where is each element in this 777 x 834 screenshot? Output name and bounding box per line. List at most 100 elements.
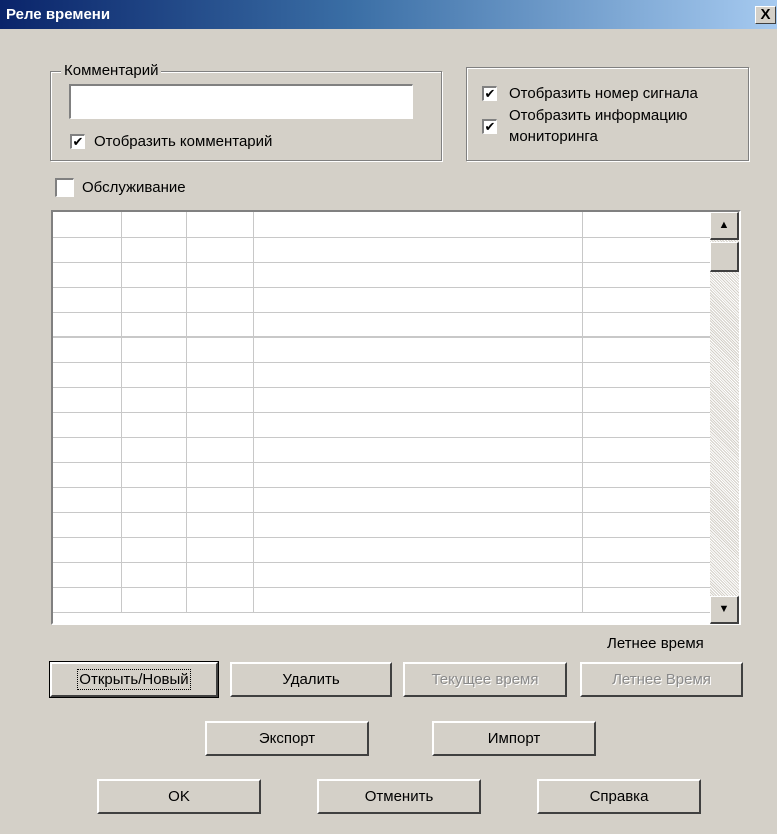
table-cell[interactable]	[186, 287, 254, 313]
table-cell[interactable]	[253, 587, 583, 613]
table-cell[interactable]	[253, 512, 583, 538]
table-cell[interactable]	[121, 587, 187, 613]
table-cell[interactable]	[253, 462, 583, 488]
table-cell[interactable]	[121, 362, 187, 388]
table-row[interactable]	[53, 287, 713, 313]
table-cell[interactable]	[582, 387, 713, 413]
table-cell[interactable]	[121, 462, 187, 488]
table-cell[interactable]	[186, 437, 254, 463]
table-cell[interactable]	[186, 512, 254, 538]
import-button[interactable]: Импорт	[432, 721, 596, 756]
table-cell[interactable]	[582, 337, 713, 363]
table-cell[interactable]	[253, 562, 583, 588]
table-cell[interactable]	[53, 237, 122, 263]
table-cell[interactable]	[582, 287, 713, 313]
table-cell[interactable]	[186, 262, 254, 288]
show-monitoring-checkbox[interactable]: ✔	[482, 119, 497, 134]
vertical-scrollbar[interactable]: ▲ ▼	[710, 212, 739, 624]
table-row[interactable]	[53, 437, 713, 463]
table-cell[interactable]	[186, 587, 254, 613]
scroll-thumb[interactable]	[710, 242, 739, 272]
table-cell[interactable]	[186, 487, 254, 513]
table-cell[interactable]	[121, 287, 187, 313]
table-cell[interactable]	[582, 487, 713, 513]
current-time-button[interactable]: Текущее время	[403, 662, 567, 697]
table-cell[interactable]	[121, 537, 187, 563]
table-cell[interactable]	[53, 362, 122, 388]
table-cell[interactable]	[582, 437, 713, 463]
table-cell[interactable]	[253, 312, 583, 338]
table-cell[interactable]	[186, 237, 254, 263]
table-cell[interactable]	[582, 212, 713, 238]
cancel-button[interactable]: Отменить	[317, 779, 481, 814]
table-cell[interactable]	[186, 387, 254, 413]
delete-button[interactable]: Удалить	[230, 662, 392, 697]
show-signal-number-checkbox[interactable]: ✔	[482, 86, 497, 101]
help-button[interactable]: Справка	[537, 779, 701, 814]
table-row[interactable]	[53, 262, 713, 288]
table-cell[interactable]	[53, 487, 122, 513]
table-cell[interactable]	[582, 512, 713, 538]
table-cell[interactable]	[53, 462, 122, 488]
table-cell[interactable]	[253, 287, 583, 313]
open-new-button[interactable]: Открыть/Новый	[49, 661, 219, 698]
table-cell[interactable]	[186, 412, 254, 438]
table-cell[interactable]	[121, 212, 187, 238]
table-cell[interactable]	[253, 337, 583, 363]
close-button[interactable]: X	[755, 6, 776, 24]
table-cell[interactable]	[53, 587, 122, 613]
table-cell[interactable]	[53, 262, 122, 288]
table-cell[interactable]	[53, 337, 122, 363]
table-row[interactable]	[53, 212, 713, 238]
table-cell[interactable]	[121, 387, 187, 413]
table-cell[interactable]	[53, 212, 122, 238]
table-cell[interactable]	[121, 562, 187, 588]
table-cell[interactable]	[53, 412, 122, 438]
table-row[interactable]	[53, 487, 713, 513]
table-cell[interactable]	[582, 362, 713, 388]
table-row[interactable]	[53, 512, 713, 538]
table-cell[interactable]	[253, 362, 583, 388]
maintenance-checkbox[interactable]	[55, 178, 74, 197]
table-cell[interactable]	[53, 562, 122, 588]
table-cell[interactable]	[253, 487, 583, 513]
scroll-down-button[interactable]: ▼	[710, 596, 739, 624]
table-cell[interactable]	[53, 512, 122, 538]
schedule-table[interactable]	[51, 210, 741, 625]
table-cell[interactable]	[121, 487, 187, 513]
table-cell[interactable]	[582, 237, 713, 263]
table-cell[interactable]	[186, 562, 254, 588]
table-cell[interactable]	[53, 437, 122, 463]
table-cell[interactable]	[582, 537, 713, 563]
table-cell[interactable]	[121, 437, 187, 463]
table-cell[interactable]	[121, 237, 187, 263]
table-cell[interactable]	[253, 437, 583, 463]
table-cell[interactable]	[121, 412, 187, 438]
show-comment-checkbox[interactable]: ✔	[70, 134, 85, 149]
table-cell[interactable]	[121, 337, 187, 363]
table-row[interactable]	[53, 462, 713, 488]
table-cell[interactable]	[582, 412, 713, 438]
table-row[interactable]	[53, 387, 713, 413]
table-cell[interactable]	[186, 462, 254, 488]
table-cell[interactable]	[253, 237, 583, 263]
table-cell[interactable]	[186, 212, 254, 238]
ok-button[interactable]: OK	[97, 779, 261, 814]
table-cell[interactable]	[582, 312, 713, 338]
table-row[interactable]	[53, 587, 713, 613]
table-row[interactable]	[53, 412, 713, 438]
table-cell[interactable]	[186, 537, 254, 563]
table-cell[interactable]	[253, 537, 583, 563]
export-button[interactable]: Экспорт	[205, 721, 369, 756]
table-cell[interactable]	[582, 587, 713, 613]
table-row[interactable]	[53, 337, 713, 363]
scroll-up-button[interactable]: ▲	[710, 212, 739, 240]
table-cell[interactable]	[121, 262, 187, 288]
comment-input[interactable]	[69, 84, 413, 119]
table-row[interactable]	[53, 312, 713, 338]
table-cell[interactable]	[121, 512, 187, 538]
table-cell[interactable]	[53, 387, 122, 413]
table-cell[interactable]	[186, 362, 254, 388]
table-cell[interactable]	[582, 262, 713, 288]
table-cell[interactable]	[253, 212, 583, 238]
